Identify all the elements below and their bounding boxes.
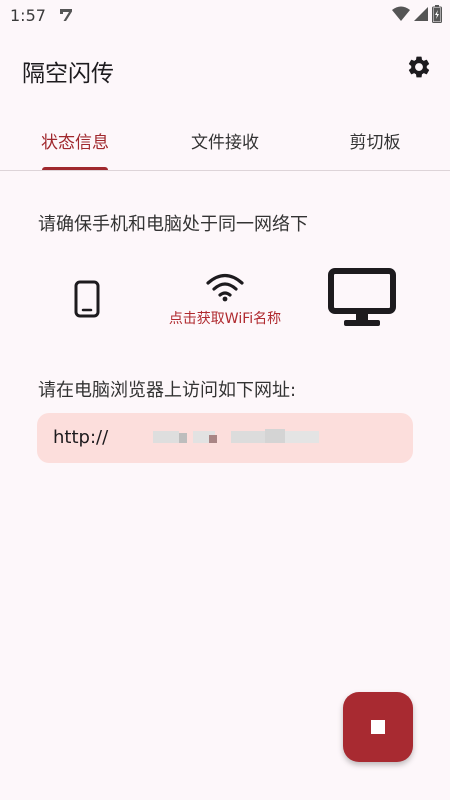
url-text: http:// — [53, 427, 109, 448]
app-notification-icon — [58, 7, 74, 23]
tab-file-receive[interactable]: 文件接收 — [150, 112, 300, 170]
get-wifi-name-label: 点击获取WiFi名称 — [168, 311, 282, 327]
app-bar: 隔空闪传 — [0, 40, 450, 100]
tab-label: 状态信息 — [41, 133, 109, 153]
visit-url-prompt: 请在电脑浏览器上访问如下网址: — [38, 380, 297, 401]
monitor-icon — [328, 268, 396, 332]
status-time: 1:57 — [10, 6, 46, 25]
gear-icon — [406, 54, 432, 84]
stop-service-button[interactable] — [343, 692, 413, 762]
status-bar: 1:57 — [0, 0, 450, 32]
device-connection: 点击获取WiFi名称 — [0, 262, 450, 342]
tab-bar: 状态信息 文件接收 剪切板 — [0, 112, 450, 171]
status-icons — [392, 5, 442, 27]
tab-status[interactable]: 状态信息 — [0, 112, 150, 170]
url-field[interactable]: http:// — [37, 413, 413, 463]
tab-indicator — [42, 167, 108, 170]
wifi-signal-icon — [392, 6, 410, 26]
tab-clipboard[interactable]: 剪切板 — [300, 112, 450, 170]
battery-icon — [432, 5, 442, 27]
stop-icon — [371, 720, 385, 734]
settings-button[interactable] — [404, 54, 434, 84]
tab-label: 剪切板 — [349, 133, 401, 153]
network-prompt: 请确保手机和电脑处于同一网络下 — [38, 214, 308, 235]
wifi-icon — [206, 272, 244, 306]
tab-label: 文件接收 — [191, 133, 259, 153]
url-obscured-mask — [153, 429, 319, 447]
cell-signal-icon — [413, 6, 429, 26]
app-title: 隔空闪传 — [22, 61, 114, 87]
